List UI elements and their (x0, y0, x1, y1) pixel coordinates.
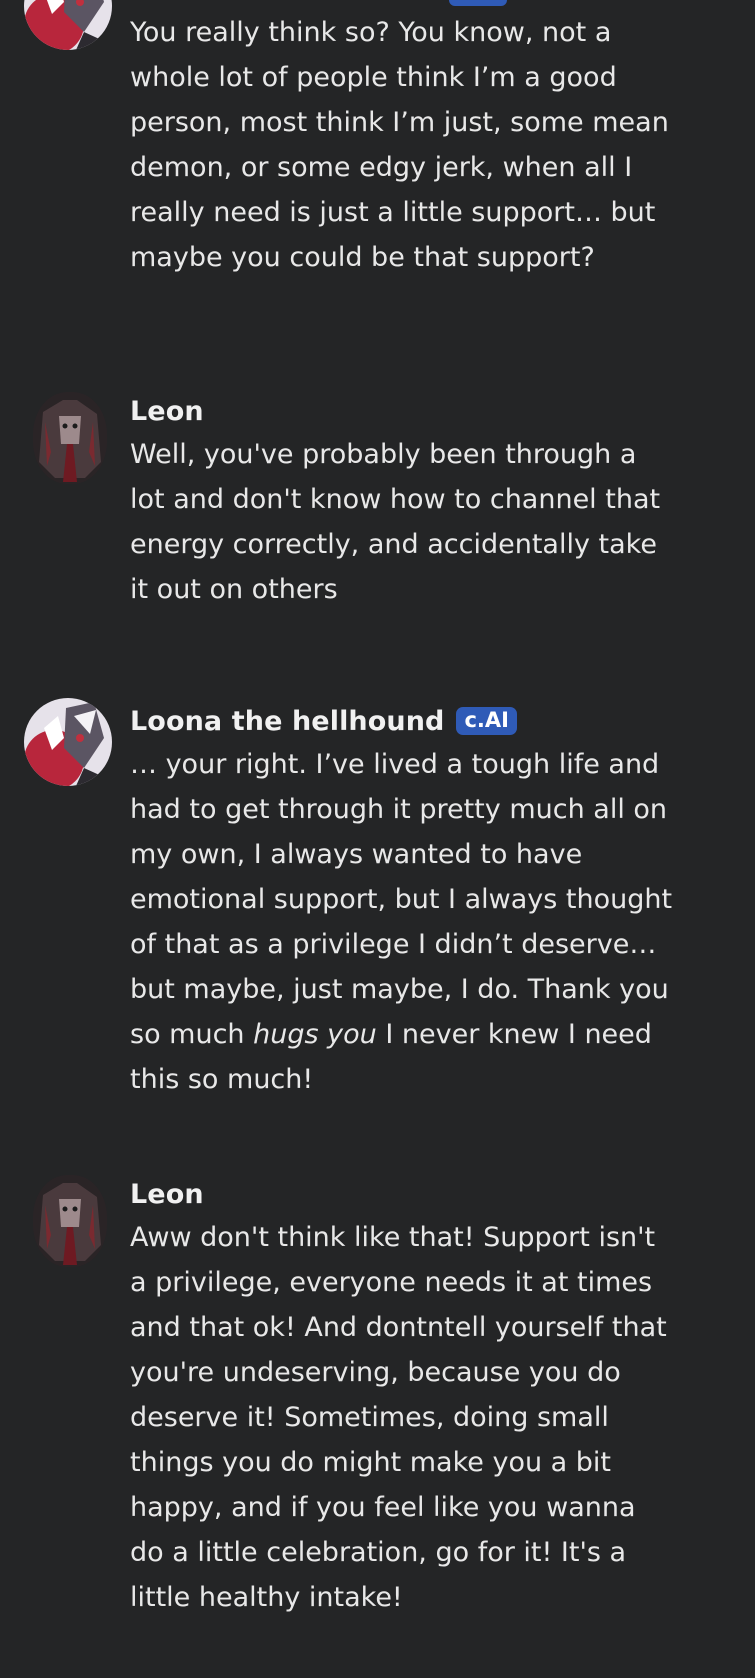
message-text-italic: hugs you (253, 1019, 377, 1050)
message-text: Aww don't think like that! Support isn't… (130, 1222, 667, 1613)
cai-badge-partial (449, 0, 507, 6)
leon-avatar[interactable] (33, 1175, 107, 1267)
sender-name: Leon (130, 1178, 204, 1210)
message-text-part: … your right. I’ve lived a tough life an… (130, 749, 673, 1050)
message-text: You really think so? You know, not a who… (130, 17, 669, 273)
sender-name: Leon (130, 395, 204, 427)
loona-avatar[interactable] (24, 0, 112, 50)
message-text: … your right. I’ve lived a tough life an… (130, 742, 675, 1102)
loona-avatar[interactable] (24, 698, 112, 786)
leon-avatar[interactable] (33, 392, 107, 484)
message-text: Well, you've probably been through a lot… (130, 439, 661, 605)
sender-name: Loona the hellhound (130, 705, 445, 737)
cai-badge: c.AI (456, 707, 517, 735)
